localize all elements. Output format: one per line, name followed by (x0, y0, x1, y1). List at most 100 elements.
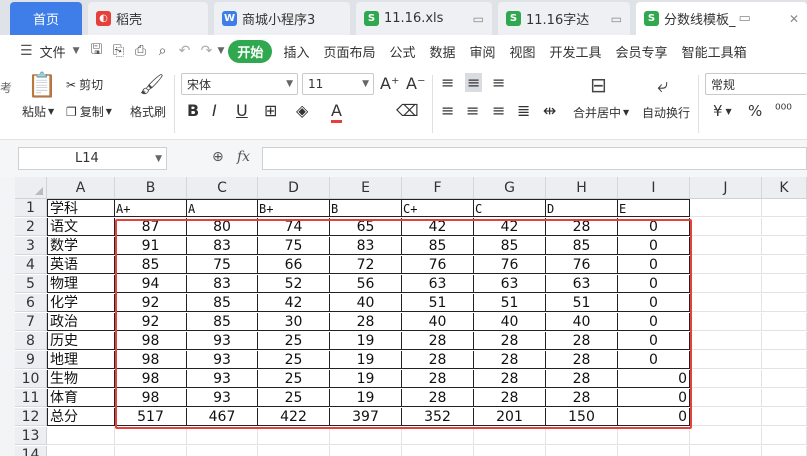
score-cell[interactable]: 85 (115, 256, 187, 274)
score-cell[interactable]: 42 (474, 218, 546, 236)
subject-cell[interactable]: 英语 (47, 256, 115, 274)
score-cell[interactable]: 40 (330, 294, 402, 312)
score-cell[interactable]: 66 (258, 256, 330, 274)
score-cell[interactable]: 28 (402, 370, 474, 388)
score-cell[interactable]: 28 (474, 351, 546, 369)
cell[interactable] (690, 199, 762, 217)
cell[interactable] (546, 427, 618, 445)
tab-sheet-2[interactable]: S 11.16字达 ▭ (498, 2, 630, 35)
grade-header-cell[interactable]: C+ (402, 199, 474, 217)
menu-view[interactable]: 视图 (503, 42, 543, 61)
grade-header-cell[interactable]: C (474, 199, 546, 217)
cell[interactable] (690, 427, 762, 445)
score-cell[interactable]: 42 (258, 294, 330, 312)
score-cell[interactable]: 25 (258, 389, 330, 407)
cell[interactable] (762, 408, 807, 426)
score-cell[interactable]: 0 (618, 218, 690, 236)
cell[interactable] (402, 446, 474, 456)
italic-icon[interactable]: I (212, 101, 217, 120)
clear-format-icon[interactable]: ⌫ (396, 101, 419, 120)
wrap-text-button[interactable]: 自动换行 (642, 104, 690, 121)
cell[interactable] (762, 199, 807, 217)
row-header-2[interactable]: 2 (15, 218, 47, 236)
tab-docer[interactable]: ◐ 稻壳 (88, 2, 208, 35)
score-cell[interactable]: 51 (474, 294, 546, 312)
score-cell[interactable]: 28 (330, 313, 402, 331)
row-header-9[interactable]: 9 (15, 351, 47, 369)
score-cell[interactable]: 85 (187, 294, 258, 312)
score-cell[interactable]: 94 (115, 275, 187, 293)
score-cell[interactable]: 85 (402, 237, 474, 255)
score-cell[interactable]: 98 (115, 351, 187, 369)
menu-member[interactable]: 会员专享 (609, 42, 675, 61)
thousands-separator-icon[interactable]: ⁰⁰⁰ (775, 102, 792, 118)
cell[interactable] (762, 313, 807, 331)
cell[interactable] (330, 446, 402, 456)
score-cell[interactable]: 397 (330, 408, 402, 426)
export-pdf-icon[interactable]: ⎘ (108, 40, 130, 62)
menu-insert[interactable]: 插入 (276, 42, 316, 61)
tab-home[interactable]: 首页 (10, 2, 82, 35)
column-header-d[interactable]: D (258, 177, 330, 199)
cell[interactable] (474, 446, 546, 456)
score-cell[interactable]: 85 (474, 237, 546, 255)
cell[interactable] (690, 446, 762, 456)
underline-icon[interactable]: U (236, 101, 248, 120)
score-cell[interactable]: 63 (474, 275, 546, 293)
score-cell[interactable]: 65 (330, 218, 402, 236)
score-cell[interactable]: 422 (258, 408, 330, 426)
cell[interactable] (762, 237, 807, 255)
grade-header-cell[interactable]: D (546, 199, 618, 217)
row-header-14[interactable]: 14 (15, 446, 47, 456)
score-cell[interactable]: 0 (618, 313, 690, 331)
row-header-4[interactable]: 4 (15, 256, 47, 274)
score-cell[interactable]: 25 (258, 351, 330, 369)
font-color-icon[interactable]: A (331, 101, 342, 123)
cell[interactable] (762, 351, 807, 369)
score-cell[interactable]: 201 (474, 408, 546, 426)
score-cell[interactable]: 150 (546, 408, 618, 426)
score-cell[interactable]: 63 (402, 275, 474, 293)
menu-page-layout[interactable]: 页面布局 (316, 42, 382, 61)
copy-button[interactable]: ❐ 复制 ▼ (66, 103, 112, 120)
tab-sheet-1[interactable]: S 11.16.xls ▭ (356, 2, 492, 35)
score-cell[interactable]: 28 (474, 332, 546, 350)
cell[interactable] (762, 446, 807, 456)
distribute-icon[interactable]: ⇹ (543, 101, 556, 120)
print-icon[interactable]: ⎙ (130, 40, 152, 62)
cell[interactable] (762, 294, 807, 312)
score-cell[interactable]: 28 (546, 370, 618, 388)
print-preview-icon[interactable]: ⌕ (152, 40, 174, 62)
score-cell[interactable]: 0 (618, 332, 690, 350)
column-header-g[interactable]: G (474, 177, 546, 199)
merge-center-button[interactable]: 合并居中 ▼ (573, 104, 629, 121)
score-cell[interactable]: 83 (330, 237, 402, 255)
wrap-text-icon[interactable]: ⤶ (657, 73, 668, 97)
menu-formulas[interactable]: 公式 (382, 42, 422, 61)
score-cell[interactable]: 0 (618, 408, 690, 426)
score-cell[interactable]: 85 (187, 313, 258, 331)
cell[interactable] (762, 218, 807, 236)
row-header-1[interactable]: 1 (15, 199, 47, 217)
row-header-11[interactable]: 11 (15, 389, 47, 407)
tab-word-doc[interactable]: W 商城小程序3 (214, 2, 350, 35)
score-cell[interactable]: 40 (402, 313, 474, 331)
font-name-select[interactable]: 宋体 ▼ (181, 73, 298, 95)
fill-color-icon[interactable]: ◈ (296, 101, 308, 120)
cell[interactable] (330, 427, 402, 445)
chevron-down-icon[interactable]: ▼ (73, 46, 80, 56)
score-cell[interactable]: 28 (402, 351, 474, 369)
score-cell[interactable]: 52 (258, 275, 330, 293)
column-header-j[interactable]: J (690, 177, 762, 199)
score-cell[interactable]: 92 (115, 313, 187, 331)
score-cell[interactable]: 92 (115, 294, 187, 312)
hamburger-icon[interactable]: ☰ (20, 40, 33, 62)
subject-cell[interactable]: 体育 (47, 389, 115, 407)
cell[interactable] (47, 427, 115, 445)
row-header-10[interactable]: 10 (15, 370, 47, 388)
menu-start[interactable]: 开始 (228, 39, 273, 63)
score-cell[interactable]: 91 (115, 237, 187, 255)
cell[interactable] (402, 427, 474, 445)
score-cell[interactable]: 30 (258, 313, 330, 331)
subject-cell[interactable]: 数学 (47, 237, 115, 255)
